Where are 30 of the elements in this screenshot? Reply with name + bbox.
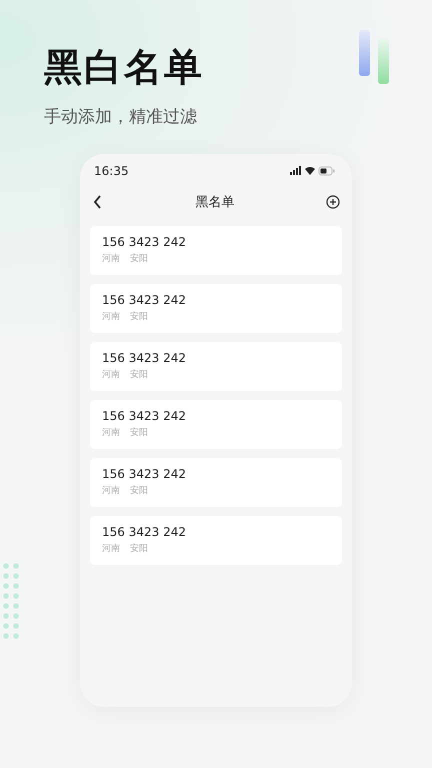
phone-number: 156 3423 242 xyxy=(102,351,187,366)
add-icon[interactable] xyxy=(326,195,340,209)
nav-title: 黑名单 xyxy=(196,194,234,211)
city-label: 安阳 xyxy=(130,311,148,323)
blacklist-entry[interactable]: 156 3423 242 河南 安阳 xyxy=(90,400,342,449)
blacklist-entry[interactable]: 156 3423 242 河南 安阳 xyxy=(90,342,342,391)
blacklist-entry[interactable]: 156 3423 242 河南 安阳 xyxy=(90,226,342,275)
phone-number: 156 3423 242 xyxy=(102,235,187,250)
phone-number: 156 3423 242 xyxy=(102,467,187,482)
city-label: 安阳 xyxy=(130,253,148,265)
blacklist-entry[interactable]: 156 3423 242 河南 安阳 xyxy=(90,284,342,333)
headline: 黑白名单 xyxy=(44,44,204,90)
subtitle: 手动添加，精准过滤 xyxy=(44,106,198,128)
phone-number: 156 3423 242 xyxy=(102,525,187,540)
province-label: 河南 xyxy=(102,427,120,439)
province-label: 河南 xyxy=(102,369,120,381)
city-label: 安阳 xyxy=(130,543,148,555)
city-label: 安阳 xyxy=(130,369,148,381)
city-label: 安阳 xyxy=(130,427,148,439)
province-label: 河南 xyxy=(102,543,120,555)
blacklist-entry[interactable]: 156 3423 242 河南 安阳 xyxy=(90,458,342,507)
province-label: 河南 xyxy=(102,485,120,497)
phone-number: 156 3423 242 xyxy=(102,293,187,308)
province-label: 河南 xyxy=(102,253,120,265)
status-icons xyxy=(290,166,336,176)
city-label: 安阳 xyxy=(130,485,148,497)
phone-number: 156 3423 242 xyxy=(102,409,187,424)
province-label: 河南 xyxy=(102,311,120,323)
status-time: 16:35 xyxy=(94,164,129,178)
blacklist-entry[interactable]: 156 3423 242 河南 安阳 xyxy=(90,516,342,565)
